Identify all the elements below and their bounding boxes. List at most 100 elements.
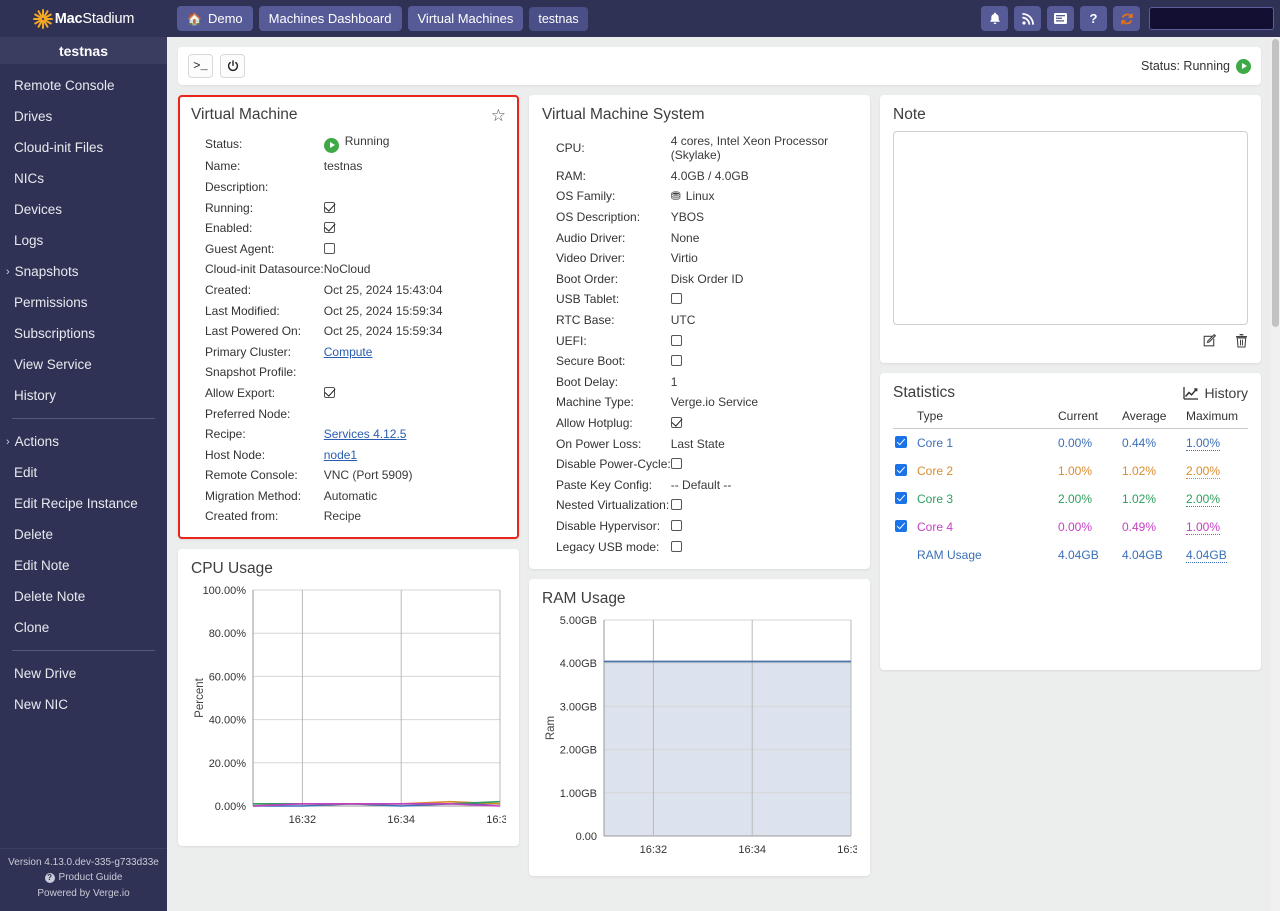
checkbox-checked-icon[interactable] (323, 222, 335, 234)
checkbox-unchecked-icon[interactable] (670, 499, 682, 511)
sidebar-item-drives[interactable]: Drives (0, 101, 167, 132)
sidebar-item-label: Drives (14, 109, 53, 124)
page-scrollbar-thumb[interactable] (1272, 39, 1279, 327)
sidebar-item-view-service[interactable]: View Service (0, 349, 167, 380)
checkbox-unchecked-icon[interactable] (670, 334, 682, 346)
sidebar-item-clone[interactable]: Clone (0, 612, 167, 643)
statistics-maximum-link[interactable]: 1.00% (1186, 520, 1221, 535)
statistics-maximum-link[interactable]: 2.00% (1186, 492, 1221, 507)
statistics-row-maximum[interactable]: 1.00% (1184, 429, 1248, 458)
note-textarea[interactable] (893, 131, 1248, 325)
property-checkbox[interactable] (670, 330, 857, 351)
property-row: RTC Base: UTC (542, 310, 857, 331)
sidebar-item-delete-note[interactable]: Delete Note (0, 581, 167, 612)
statistics-row-toggle[interactable] (893, 513, 915, 541)
sidebar-item-new-nic[interactable]: New NIC (0, 689, 167, 720)
property-checkbox[interactable] (670, 351, 857, 372)
statistics-maximum-link[interactable]: 4.04GB (1186, 547, 1227, 563)
statistics-row-toggle[interactable] (893, 485, 915, 513)
delete-note-icon[interactable] (1235, 333, 1248, 351)
breadcrumb-machines-dashboard[interactable]: Machines Dashboard (258, 6, 402, 31)
property-checkbox[interactable] (323, 197, 506, 218)
product-guide-link[interactable]: ? Product Guide (6, 870, 161, 886)
property-checkbox[interactable] (323, 383, 506, 404)
rss-icon[interactable] (1014, 6, 1041, 31)
refresh-icon[interactable] (1113, 6, 1140, 31)
page-scrollbar[interactable] (1271, 37, 1280, 911)
sidebar-item-label: View Service (14, 357, 92, 372)
checkbox-checked-icon[interactable] (895, 435, 907, 448)
statistics-row-maximum[interactable]: 1.00% (1184, 513, 1248, 541)
checkbox-checked-icon[interactable] (895, 519, 907, 532)
statistics-row-maximum[interactable]: 2.00% (1184, 457, 1248, 485)
svg-text:2.00GB: 2.00GB (560, 744, 597, 756)
sidebar-item-snapshots[interactable]: › Snapshots (0, 256, 167, 287)
checkbox-unchecked-icon[interactable] (670, 540, 682, 552)
checkbox-checked-icon[interactable] (670, 417, 682, 429)
sidebar-item-remote-console[interactable]: Remote Console (0, 70, 167, 101)
property-checkbox[interactable] (323, 218, 506, 239)
breadcrumb-testnas[interactable]: testnas (529, 6, 588, 31)
property-value[interactable]: Compute (324, 345, 373, 359)
checkbox-unchecked-icon[interactable] (670, 293, 682, 305)
checkbox-unchecked-icon[interactable] (323, 242, 335, 254)
list-icon[interactable] (1047, 6, 1074, 31)
checkbox-checked-icon[interactable] (323, 201, 335, 213)
checkbox-unchecked-icon[interactable] (670, 355, 682, 367)
checkbox-unchecked-icon[interactable] (670, 519, 682, 531)
help-icon[interactable]: ? (1080, 6, 1107, 31)
sidebar-item-actions[interactable]: › Actions (0, 426, 167, 457)
edit-note-icon[interactable] (1202, 333, 1217, 351)
sidebar-item-devices[interactable]: Devices (0, 194, 167, 225)
sidebar-item-new-drive[interactable]: New Drive (0, 658, 167, 689)
property-link[interactable]: Compute (324, 341, 506, 362)
sidebar-item-logs[interactable]: Logs (0, 225, 167, 256)
checkbox-checked-icon[interactable] (895, 491, 907, 504)
breadcrumb-virtual-machines[interactable]: Virtual Machines (407, 6, 524, 31)
sidebar-item-edit-recipe-instance[interactable]: Edit Recipe Instance (0, 488, 167, 519)
property-value[interactable]: node1 (324, 448, 357, 462)
sidebar-item-delete[interactable]: Delete (0, 519, 167, 550)
property-checkbox[interactable] (323, 238, 506, 259)
checkbox-checked-icon[interactable] (895, 463, 907, 476)
power-button[interactable] (220, 54, 245, 78)
property-link[interactable]: Services 4.12.5 (324, 424, 506, 445)
statistics-row-toggle[interactable] (893, 457, 915, 485)
favorite-star-icon[interactable]: ☆ (491, 107, 506, 124)
checkbox-checked-icon[interactable] (323, 386, 335, 398)
property-value[interactable]: Services 4.12.5 (324, 427, 407, 441)
console-button[interactable]: >_ (188, 54, 213, 78)
sidebar-item-nics[interactable]: NICs (0, 163, 167, 194)
property-checkbox[interactable] (670, 516, 857, 537)
sidebar-item-cloud-init-files[interactable]: Cloud-init Files (0, 132, 167, 163)
statistics-maximum-link[interactable]: 1.00% (1186, 436, 1221, 451)
sidebar-item-edit-note[interactable]: Edit Note (0, 550, 167, 581)
sidebar-item-history[interactable]: History (0, 380, 167, 411)
sidebar-divider (12, 650, 155, 651)
sidebar-item-permissions[interactable]: Permissions (0, 287, 167, 318)
bell-icon[interactable] (981, 6, 1008, 31)
property-checkbox[interactable] (670, 413, 857, 434)
checkbox-unchecked-icon[interactable] (670, 458, 682, 470)
statistics-row-maximum[interactable]: 4.04GB (1184, 541, 1248, 568)
search-input[interactable] (1149, 7, 1274, 30)
property-checkbox[interactable] (670, 495, 857, 516)
sidebar-footer: Version 4.13.0.dev-335-g733d33e ? Produc… (0, 847, 167, 911)
statistics-row-toggle[interactable] (893, 429, 915, 458)
statistics-row-maximum[interactable]: 2.00% (1184, 485, 1248, 513)
history-link[interactable]: History (1183, 385, 1248, 401)
property-checkbox[interactable] (670, 454, 857, 475)
sidebar-item-edit[interactable]: Edit (0, 457, 167, 488)
property-row: Enabled: (191, 218, 506, 239)
property-checkbox[interactable] (670, 536, 857, 557)
ram-usage-chart[interactable]: 0.00 1.00GB 2.00GB 3.00GB 4.00GB 5.00GB 16:32 1… (542, 610, 865, 869)
property-link[interactable]: node1 (324, 444, 506, 465)
sidebar-item-subscriptions[interactable]: Subscriptions (0, 318, 167, 349)
statistics-maximum-link[interactable]: 2.00% (1186, 464, 1221, 479)
cpu-usage-chart[interactable]: 0.00% 20.00% 40.00% 60.00% 80.00% 100.00% 16:3… (191, 580, 514, 839)
sidebar-item-label: Remote Console (14, 78, 115, 93)
property-checkbox[interactable] (670, 289, 857, 310)
breadcrumb-demo[interactable]: 🏠 Demo (177, 6, 253, 31)
sidebar-item-label: Subscriptions (14, 326, 96, 341)
brand-logo[interactable]: MacStadium (0, 0, 167, 37)
